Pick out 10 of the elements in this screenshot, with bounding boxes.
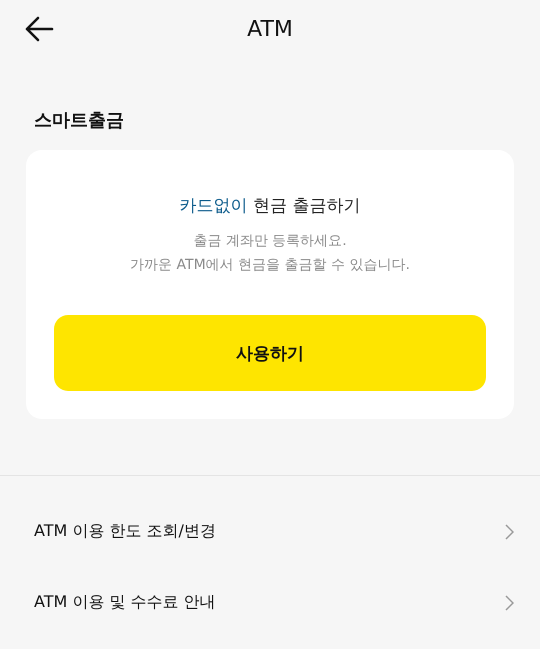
section-title: 스마트출금 — [34, 109, 125, 132]
chevron-right-icon — [504, 524, 514, 540]
use-button[interactable]: 사용하기 — [54, 315, 486, 391]
page-title: ATM — [247, 16, 293, 42]
chevron-right-icon — [504, 594, 514, 610]
card-heading: 카드없이 현금 출금하기 — [180, 195, 360, 217]
card-description: 출금 계좌만 등록하세요. 가까운 ATM에서 현금을 출금할 수 있습니다. — [130, 232, 410, 275]
menu-item[interactable]: ATM 이용 한도 조회/변경 — [0, 496, 540, 567]
menu-item[interactable]: ATM 이용 및 수수료 안내 — [0, 567, 540, 638]
back-arrow-icon — [24, 16, 54, 42]
